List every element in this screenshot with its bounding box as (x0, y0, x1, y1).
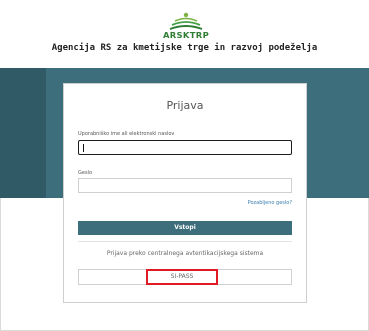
central-auth-text: Prijava preko centralnega avtentikacijsk… (106, 250, 264, 257)
sipass-highlight[interactable]: SI-PASS (146, 269, 218, 285)
username-label: Uporabniško ime ali elektronski naslov (78, 131, 175, 137)
username-input[interactable] (78, 140, 292, 155)
password-input[interactable] (78, 178, 292, 193)
agency-title: Agencija RS za kmetijske trge in razvoj … (51, 43, 318, 53)
password-label: Geslo (78, 170, 93, 176)
sipass-label: SI-PASS (170, 273, 194, 280)
forgot-password-link[interactable]: Pozabljeno geslo? (248, 200, 292, 206)
logo-text: ARSKTRP (162, 31, 210, 40)
login-title: Prijava (166, 99, 204, 112)
divider (78, 241, 292, 242)
site-header: ARSKTRP Agencija RS za kmetijske trge in… (0, 0, 369, 68)
sipass-button[interactable]: SI-PASS (78, 269, 292, 285)
band-shade (0, 68, 46, 198)
login-card: Prijava Uporabniško ime ali elektronski … (63, 83, 307, 303)
login-button[interactable]: Vstopi (78, 221, 292, 235)
text-caret (83, 144, 84, 152)
